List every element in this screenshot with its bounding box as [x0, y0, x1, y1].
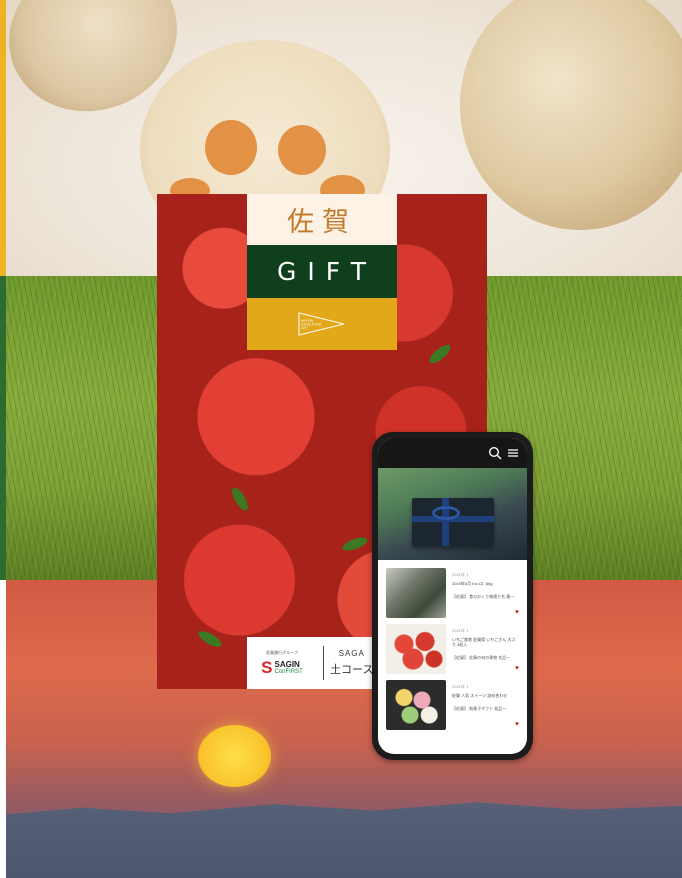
sagin-sub: ConFIRST [274, 668, 303, 675]
sagin-mark-icon: S [261, 658, 273, 677]
strawberry-leaf [229, 485, 251, 513]
sun [198, 725, 271, 787]
heart-icon[interactable]: ♥ [515, 721, 519, 728]
lotus-hole [278, 125, 326, 175]
product-title: 2019年5月 Inc.tス .6kg [452, 581, 493, 586]
accent-strip-yellow [0, 0, 6, 276]
saga-course: SAGA 土コース [330, 649, 373, 677]
accent-strip-white [0, 580, 6, 878]
local-food-badge: NIPPON LOCAL FOOD GIFT [247, 298, 397, 350]
product-category: 【佐賀】 食のおくり物通り名 最一 [452, 594, 515, 600]
search-icon[interactable] [488, 446, 502, 460]
mountain-silhouette [0, 802, 682, 878]
phone-screen: 2021年 1 2019年5月 Inc.tス .6kg 【佐賀】 食のおくり物通… [378, 438, 527, 754]
product-thumbnail [386, 680, 446, 730]
sagin-name: SAGIN [274, 659, 300, 669]
ribbon-bow [432, 506, 460, 520]
heart-icon[interactable]: ♥ [515, 609, 519, 616]
strawberry-leaf [196, 628, 224, 650]
product-date: 2021年 1 [452, 684, 469, 689]
smartphone-mockup: 2021年 1 2019年5月 Inc.tス .6kg 【佐賀】 食のおくり物通… [372, 432, 533, 760]
product-thumbnail [386, 568, 446, 618]
product-card[interactable]: 2021年 1 2019年5月 Inc.tス .6kg 【佐賀】 食のおくり物通… [386, 568, 523, 618]
product-title: いちご産地 佐賀県 いちごさん 大ぶり 4粒入 [452, 637, 516, 648]
product-list: 2021年 1 2019年5月 Inc.tス .6kg 【佐賀】 食のおくり物通… [378, 560, 527, 730]
product-card[interactable]: 2021年 1 佐賀 人気 スイーツ 詰め合わせ 【佐賀】 和菓子ギフト 銘品一… [386, 680, 523, 730]
lotus-hole [205, 120, 257, 175]
saga-label: SAGA [338, 649, 365, 658]
product-card[interactable]: 2021年 1 いちご産地 佐賀県 いちごさん 大ぶり 4粒入 【佐賀】 佐賀の… [386, 624, 523, 674]
product-category: 【佐賀】 和菓子ギフト 銘品一 [452, 706, 507, 712]
footer-divider [323, 646, 324, 680]
phone-header [378, 438, 527, 468]
hero-gift-box-image [378, 468, 527, 560]
catalog-title-block: 佐賀 GIFT NIPPON LOCAL FOOD GIFT [247, 194, 397, 350]
product-title: 佐賀 人気 スイーツ 詰め合わせ [452, 693, 508, 698]
strawberry-leaf [341, 534, 369, 554]
lotus-root-right [460, 0, 682, 230]
product-thumbnail [386, 624, 446, 674]
gift-box [412, 498, 494, 546]
accent-strip-green [0, 276, 6, 580]
menu-icon[interactable] [507, 447, 519, 459]
sagin-logo: 佐賀銀行グループ S SAGIN ConFIRST [247, 650, 317, 676]
product-date: 2021年 1 [452, 572, 469, 577]
flag-icon: NIPPON LOCAL FOOD GIFT [298, 312, 345, 336]
badge-text: NIPPON LOCAL FOOD GIFT [301, 319, 322, 330]
saga-course-name: 土コース [330, 663, 374, 676]
product-category: 【佐賀】 佐賀の旬の果物 名品一 [452, 655, 511, 661]
title-kanji: 佐賀 [247, 194, 397, 245]
group-label: 佐賀銀行グループ [266, 650, 298, 655]
heart-icon[interactable]: ♥ [515, 665, 519, 672]
strawberry-leaf [426, 341, 454, 367]
product-date: 2021年 1 [452, 628, 469, 633]
title-gift: GIFT [247, 245, 397, 298]
